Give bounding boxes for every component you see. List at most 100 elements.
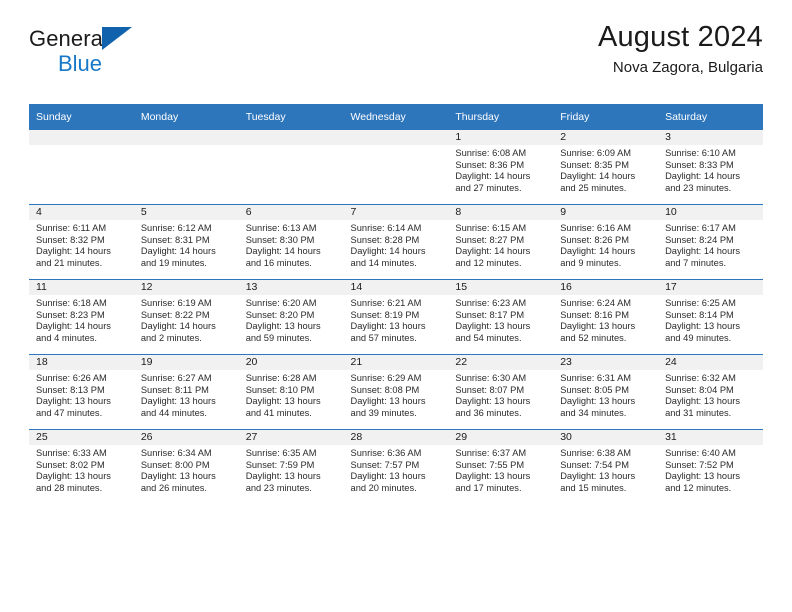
daylight-text-line1: Daylight: 13 hours: [560, 471, 636, 482]
calendar-day-cell[interactable]: 4 Sunrise: 6:11 AM Sunset: 8:32 PM Daylight…: [29, 204, 134, 280]
day-cell-inner: 25 Sunrise: 6:33 AM Sunset: 8:02 PM Dayligh…: [29, 430, 134, 504]
day-details: Sunrise: 6:17 AM Sunset: 8:24 PM Daylight:…: [658, 220, 763, 269]
day-number: 12: [133, 280, 239, 295]
calendar-day-cell[interactable]: 11 Sunrise: 6:18 AM Sunset: 8:23 PM Dayligh…: [29, 279, 134, 355]
daylight-text-line1: Daylight: 13 hours: [665, 396, 740, 407]
calendar-day-cell[interactable]: 10 Sunrise: 6:17 AM Sunset: 8:24 PM Dayligh…: [658, 204, 763, 280]
calendar-day-cell[interactable]: 14 Sunrise: 6:21 AM Sunset: 8:19 PM Dayligh…: [343, 279, 449, 355]
calendar-day-cell[interactable]: 21 Sunrise: 6:29 AM Sunset: 8:08 PM Dayligh…: [343, 354, 449, 430]
sunset-text: Sunset: 7:59 PM: [245, 459, 315, 470]
sunset-text: Sunset: 7:54 PM: [560, 459, 629, 470]
day-number: 31: [658, 430, 763, 445]
daylight-text-line1: Daylight: 14 hours: [245, 246, 321, 257]
weekday-header-wednesday: Wednesday: [343, 104, 449, 130]
calendar-day-cell[interactable]: 7 Sunrise: 6:14 AM Sunset: 8:28 PM Daylight…: [343, 204, 449, 280]
day-number: 20: [238, 355, 344, 370]
sunrise-text: Sunrise: 6:13 AM: [245, 223, 317, 233]
calendar-day-cell[interactable]: 6 Sunrise: 6:13 AM Sunset: 8:30 PM Daylight…: [238, 204, 344, 280]
sunset-text: Sunset: 8:04 PM: [665, 384, 734, 395]
calendar-day-cell[interactable]: 1 Sunrise: 6:08 AM Sunset: 8:36 PM Daylight…: [448, 129, 554, 205]
sunset-text: Sunset: 8:23 PM: [36, 309, 105, 320]
calendar-day-cell[interactable]: 28 Sunrise: 6:36 AM Sunset: 7:57 PM Dayligh…: [343, 429, 449, 504]
sunrise-text: Sunrise: 6:36 AM: [350, 448, 422, 458]
sunset-text: Sunset: 8:08 PM: [350, 384, 420, 395]
daylight-text-line2: and 31 minutes.: [665, 407, 732, 418]
page-title: August 2024: [597, 21, 763, 53]
calendar-day-cell[interactable]: 19 Sunrise: 6:27 AM Sunset: 8:11 PM Dayligh…: [133, 354, 239, 430]
calendar-day-cell[interactable]: 9 Sunrise: 6:16 AM Sunset: 8:26 PM Daylight…: [553, 204, 659, 280]
day-details: Sunrise: 6:16 AM Sunset: 8:26 PM Daylight:…: [553, 220, 658, 269]
daylight-text-line1: Daylight: 14 hours: [140, 246, 216, 257]
day-cell-inner: [133, 130, 239, 204]
brand-logo[interactable]: General Blue: [29, 27, 159, 80]
calendar-day-cell[interactable]: 15 Sunrise: 6:23 AM Sunset: 8:17 PM Dayligh…: [448, 279, 554, 355]
calendar-day-cell[interactable]: 31 Sunrise: 6:40 AM Sunset: 7:52 PM Dayligh…: [658, 429, 763, 504]
daylight-text-line1: Daylight: 14 hours: [455, 246, 531, 257]
calendar-day-cell[interactable]: 17 Sunrise: 6:25 AM Sunset: 8:14 PM Dayligh…: [658, 279, 763, 355]
sunset-text: Sunset: 8:20 PM: [245, 309, 315, 320]
calendar-day-cell[interactable]: 13 Sunrise: 6:20 AM Sunset: 8:20 PM Dayligh…: [238, 279, 344, 355]
day-cell-inner: 20 Sunrise: 6:28 AM Sunset: 8:10 PM Dayligh…: [238, 355, 344, 429]
calendar-day-cell[interactable]: 26 Sunrise: 6:34 AM Sunset: 8:00 PM Dayligh…: [133, 429, 239, 504]
calendar-day-cell[interactable]: 5 Sunrise: 6:12 AM Sunset: 8:31 PM Daylight…: [133, 204, 239, 280]
calendar-day-cell[interactable]: 16 Sunrise: 6:24 AM Sunset: 8:16 PM Dayligh…: [553, 279, 659, 355]
sunrise-text: Sunrise: 6:14 AM: [350, 223, 422, 233]
daylight-text-line2: and 23 minutes.: [245, 482, 312, 493]
weekday-header-tuesday: Tuesday: [238, 104, 344, 130]
daylight-text-line1: Daylight: 13 hours: [36, 471, 111, 482]
calendar-day-cell[interactable]: 22 Sunrise: 6:30 AM Sunset: 8:07 PM Dayligh…: [448, 354, 554, 430]
sunset-text: Sunset: 8:28 PM: [350, 234, 420, 245]
calendar-day-cell[interactable]: 3 Sunrise: 6:10 AM Sunset: 8:33 PM Daylight…: [658, 129, 763, 205]
daylight-text-line1: Daylight: 14 hours: [665, 246, 740, 257]
sunrise-text: Sunrise: 6:37 AM: [455, 448, 527, 458]
calendar-day-cell[interactable]: 25 Sunrise: 6:33 AM Sunset: 8:02 PM Dayligh…: [29, 429, 134, 504]
calendar-cell-empty: [133, 129, 239, 205]
daylight-text-line2: and 52 minutes.: [560, 332, 627, 343]
sunrise-text: Sunrise: 6:21 AM: [350, 298, 422, 308]
daylight-text-line1: Daylight: 13 hours: [140, 396, 216, 407]
daylight-text-line2: and 49 minutes.: [665, 332, 732, 343]
day-details: Sunrise: 6:13 AM Sunset: 8:30 PM Daylight:…: [239, 220, 344, 269]
day-details: Sunrise: 6:33 AM Sunset: 8:02 PM Daylight:…: [29, 445, 134, 494]
daylight-text-line2: and 34 minutes.: [560, 407, 627, 418]
calendar-day-cell[interactable]: 23 Sunrise: 6:31 AM Sunset: 8:05 PM Dayligh…: [553, 354, 659, 430]
calendar-day-cell[interactable]: 20 Sunrise: 6:28 AM Sunset: 8:10 PM Dayligh…: [238, 354, 344, 430]
sunrise-text: Sunrise: 6:32 AM: [665, 373, 736, 383]
daylight-text-line2: and 28 minutes.: [36, 482, 103, 493]
day-details: Sunrise: 6:35 AM Sunset: 7:59 PM Daylight:…: [239, 445, 344, 494]
daylight-text-line2: and 36 minutes.: [455, 407, 522, 418]
daylight-text-line2: and 44 minutes.: [140, 407, 207, 418]
calendar-week-row: 25 Sunrise: 6:33 AM Sunset: 8:02 PM Dayligh…: [29, 429, 763, 504]
day-number: 4: [29, 205, 134, 220]
brand-name-blue: Blue: [58, 51, 103, 76]
day-number: 13: [238, 280, 344, 295]
sunset-text: Sunset: 8:10 PM: [245, 384, 315, 395]
sunrise-text: Sunrise: 6:15 AM: [455, 223, 527, 233]
day-cell-inner: 12 Sunrise: 6:19 AM Sunset: 8:22 PM Dayligh…: [133, 280, 239, 354]
calendar-cell-empty: [238, 129, 344, 205]
calendar-day-cell[interactable]: 24 Sunrise: 6:32 AM Sunset: 8:04 PM Dayligh…: [658, 354, 763, 430]
calendar-day-cell[interactable]: 12 Sunrise: 6:19 AM Sunset: 8:22 PM Dayligh…: [133, 279, 239, 355]
day-number: 30: [553, 430, 659, 445]
day-number: 21: [343, 355, 449, 370]
calendar-day-cell[interactable]: 2 Sunrise: 6:09 AM Sunset: 8:35 PM Daylight…: [553, 129, 659, 205]
sunrise-text: Sunrise: 6:18 AM: [36, 298, 107, 308]
sunrise-text: Sunrise: 6:12 AM: [140, 223, 212, 233]
calendar-week-row: 4 Sunrise: 6:11 AM Sunset: 8:32 PM Daylight…: [29, 204, 763, 280]
sunrise-text: Sunrise: 6:10 AM: [665, 148, 736, 158]
sunrise-text: Sunrise: 6:30 AM: [455, 373, 527, 383]
calendar-day-cell[interactable]: 27 Sunrise: 6:35 AM Sunset: 7:59 PM Dayligh…: [238, 429, 344, 504]
calendar-day-cell[interactable]: 8 Sunrise: 6:15 AM Sunset: 8:27 PM Daylight…: [448, 204, 554, 280]
daylight-text-line2: and 59 minutes.: [245, 332, 312, 343]
calendar-day-cell[interactable]: 18 Sunrise: 6:26 AM Sunset: 8:13 PM Dayligh…: [29, 354, 134, 430]
daylight-text-line2: and 41 minutes.: [245, 407, 312, 418]
day-details: Sunrise: 6:12 AM Sunset: 8:31 PM Daylight:…: [134, 220, 239, 269]
calendar-day-cell[interactable]: 30 Sunrise: 6:38 AM Sunset: 7:54 PM Dayligh…: [553, 429, 659, 504]
sunrise-text: Sunrise: 6:28 AM: [245, 373, 317, 383]
sunset-text: Sunset: 8:27 PM: [455, 234, 525, 245]
day-details: Sunrise: 6:36 AM Sunset: 7:57 PM Daylight:…: [344, 445, 449, 494]
day-number: 3: [658, 130, 763, 145]
daylight-text-line2: and 12 minutes.: [455, 257, 522, 268]
calendar-day-cell[interactable]: 29 Sunrise: 6:37 AM Sunset: 7:55 PM Dayligh…: [448, 429, 554, 504]
day-number: [133, 130, 239, 145]
